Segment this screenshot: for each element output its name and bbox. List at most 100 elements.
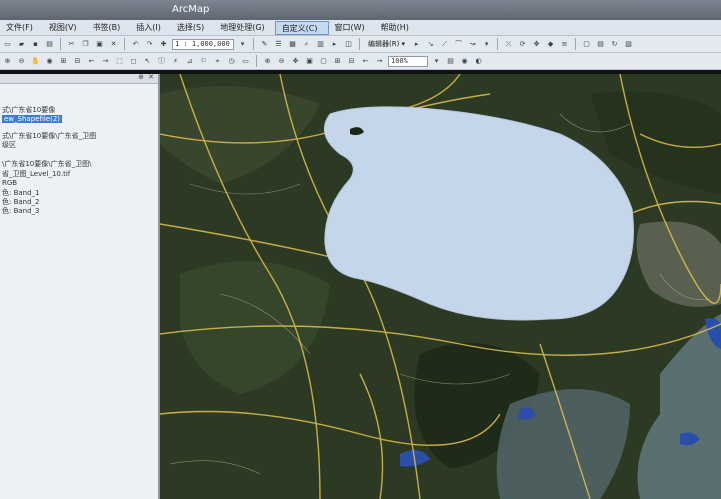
add-data-icon[interactable]: ✚ — [158, 39, 169, 50]
options-icon[interactable]: ▧ — [623, 39, 634, 50]
edit-annotation-icon[interactable]: ↘ — [425, 39, 436, 50]
python-icon[interactable]: ▸ — [329, 39, 340, 50]
layout-pan-icon[interactable]: ✥ — [290, 56, 301, 67]
rotate-tool-icon[interactable]: ⟳ — [517, 39, 528, 50]
data-view-icon[interactable]: ▤ — [595, 39, 606, 50]
toolbar-separator — [124, 38, 125, 50]
go-to-xy-icon[interactable]: ⌖ — [212, 56, 223, 67]
editor-toolbar-icon[interactable]: ✎ — [259, 39, 270, 50]
toc-layer-raster[interactable]: 省_卫图_Level_10.tif — [2, 169, 70, 179]
menu-insert[interactable]: 插入(I) — [130, 21, 171, 35]
toolbar-separator — [359, 38, 360, 50]
layout-fixed-zoom-in-icon[interactable]: ⊞ — [332, 56, 343, 67]
pan-icon[interactable]: ✋ — [30, 56, 41, 67]
toc-legend-rgb: RGB — [2, 179, 18, 187]
table-of-contents: ⊕ ✕ 式\广东省10要像 ew_Shapefile(2) 式\广东省10要像\… — [0, 74, 160, 499]
layout-view-icon[interactable]: ▢ — [581, 39, 592, 50]
create-features-icon[interactable]: ≡ — [559, 39, 570, 50]
toggle-draft-icon[interactable]: ▤ — [445, 56, 456, 67]
paste-icon[interactable]: ▣ — [94, 39, 105, 50]
back-extent-icon[interactable]: ← — [86, 56, 97, 67]
toc-layer-shapefile[interactable]: ew_Shapefile(2) — [2, 115, 63, 123]
fixed-zoom-out-icon[interactable]: ⊟ — [72, 56, 83, 67]
redo-icon[interactable]: ↷ — [144, 39, 155, 50]
create-viewer-icon[interactable]: ▭ — [240, 56, 251, 67]
catalog-icon[interactable]: ▦ — [287, 39, 298, 50]
layout-forward-icon[interactable]: → — [374, 56, 385, 67]
model-builder-icon[interactable]: ◫ — [343, 39, 354, 50]
menu-help[interactable]: 帮助(H) — [375, 21, 419, 35]
window-title: ArcMap — [172, 4, 210, 15]
scale-dropdown-icon[interactable]: ▾ — [237, 39, 248, 50]
identify-icon[interactable]: ⓘ — [156, 56, 167, 67]
zoom-out-icon[interactable]: ⊖ — [16, 56, 27, 67]
refresh-icon[interactable]: ↻ — [609, 39, 620, 50]
forward-extent-icon[interactable]: → — [100, 56, 111, 67]
map-view[interactable] — [160, 74, 721, 499]
close-icon[interactable]: ✕ — [148, 74, 154, 81]
measure-icon[interactable]: ⊿ — [184, 56, 195, 67]
arctoolbox-icon[interactable]: ▥ — [315, 39, 326, 50]
fixed-zoom-in-icon[interactable]: ⊞ — [58, 56, 69, 67]
print-icon[interactable]: ▤ — [44, 39, 55, 50]
pin-icon[interactable]: ⊕ — [138, 74, 144, 81]
menu-geoprocessing[interactable]: 地理处理(G) — [214, 21, 274, 35]
zoom-100-icon[interactable]: ▢ — [318, 56, 329, 67]
clear-selection-icon[interactable]: ◻ — [128, 56, 139, 67]
html-popup-icon[interactable]: ⚡ — [170, 56, 181, 67]
select-elements-icon[interactable]: ↖ — [142, 56, 153, 67]
new-document-icon[interactable]: ▭ — [2, 39, 13, 50]
attributes-icon[interactable]: ✥ — [531, 39, 542, 50]
title-bar: ArcMap — [0, 0, 721, 20]
toc-group-layer[interactable]: 式\广东省10要像 — [2, 105, 55, 115]
map-canvas[interactable] — [160, 74, 721, 499]
layout-zoom-in-icon[interactable]: ⊕ — [262, 56, 273, 67]
toolbar-separator — [60, 38, 61, 50]
map-scale-input[interactable]: 1 : 1,000,000 — [172, 38, 234, 50]
layout-zoom-out-icon[interactable]: ⊖ — [276, 56, 287, 67]
menu-customize[interactable]: 自定义(C) — [274, 20, 329, 35]
sketch-properties-icon[interactable]: ◆ — [545, 39, 556, 50]
menu-bookmarks[interactable]: 书签(B) — [87, 21, 131, 35]
time-slider-icon[interactable]: ◷ — [226, 56, 237, 67]
table-of-contents-icon[interactable]: ☰ — [273, 39, 284, 50]
tools-toolbar: ⊕ ⊖ ✋ ◉ ⊞ ⊟ ← → ⬚ ◻ ↖ ⓘ ⚡ ⊿ ⚐ ⌖ ◷ ▭ ⊕ ⊖ … — [0, 53, 721, 70]
toolbar-separator — [253, 38, 254, 50]
toolbar-separator — [256, 55, 257, 67]
zoom-whole-page-icon[interactable]: ▣ — [304, 56, 315, 67]
toc-header: ⊕ ✕ — [0, 74, 158, 84]
focus-data-frame-icon[interactable]: ◉ — [459, 56, 470, 67]
trace-icon[interactable]: ↝ — [467, 39, 478, 50]
split-tool-icon[interactable]: ⤫ — [503, 39, 514, 50]
menu-selection[interactable]: 选择(S) — [171, 21, 214, 35]
toc-group-layer[interactable]: 式\广东省10要像\广东省_卫图 — [2, 131, 96, 141]
sketch-dropdown-icon[interactable]: ▾ — [481, 39, 492, 50]
toc-group-layer[interactable]: \广东省10要像\广东省_卫图\ — [2, 159, 91, 169]
full-extent-icon[interactable]: ◉ — [44, 56, 55, 67]
end-point-arc-icon[interactable]: ⌒ — [453, 39, 464, 50]
menu-file[interactable]: 文件(F) — [0, 21, 43, 35]
edit-tool-icon[interactable]: ▸ — [411, 39, 422, 50]
change-layout-icon[interactable]: ◐ — [473, 56, 484, 67]
toc-layer-label[interactable]: 级区 — [2, 140, 16, 150]
search-icon[interactable]: ⌕ — [301, 39, 312, 50]
menu-windows[interactable]: 窗口(W) — [329, 21, 375, 35]
toc-legend-band-blue: 色: Band_3 — [2, 207, 40, 215]
layout-back-icon[interactable]: ← — [360, 56, 371, 67]
zoom-in-icon[interactable]: ⊕ — [2, 56, 13, 67]
copy-icon[interactable]: ❐ — [80, 39, 91, 50]
undo-icon[interactable]: ↶ — [130, 39, 141, 50]
delete-icon[interactable]: ✕ — [108, 39, 119, 50]
arcmap-screen: ArcMap 文件(F) 视图(V) 书签(B) 插入(I) 选择(S) 地理处… — [0, 0, 721, 499]
straight-segment-icon[interactable]: ⟋ — [439, 39, 450, 50]
layout-zoom-input[interactable]: 100% — [388, 55, 428, 67]
select-features-icon[interactable]: ⬚ — [114, 56, 125, 67]
find-route-icon[interactable]: ⚐ — [198, 56, 209, 67]
layout-fixed-zoom-out-icon[interactable]: ⊟ — [346, 56, 357, 67]
zoom-dropdown-icon[interactable]: ▾ — [431, 56, 442, 67]
menu-view[interactable]: 视图(V) — [43, 21, 87, 35]
cut-icon[interactable]: ✂ — [66, 39, 77, 50]
editor-menu[interactable]: 编辑器(R) ▾ — [365, 39, 408, 49]
save-icon[interactable]: ▪ — [30, 39, 41, 50]
open-folder-icon[interactable]: ▰ — [16, 39, 27, 50]
